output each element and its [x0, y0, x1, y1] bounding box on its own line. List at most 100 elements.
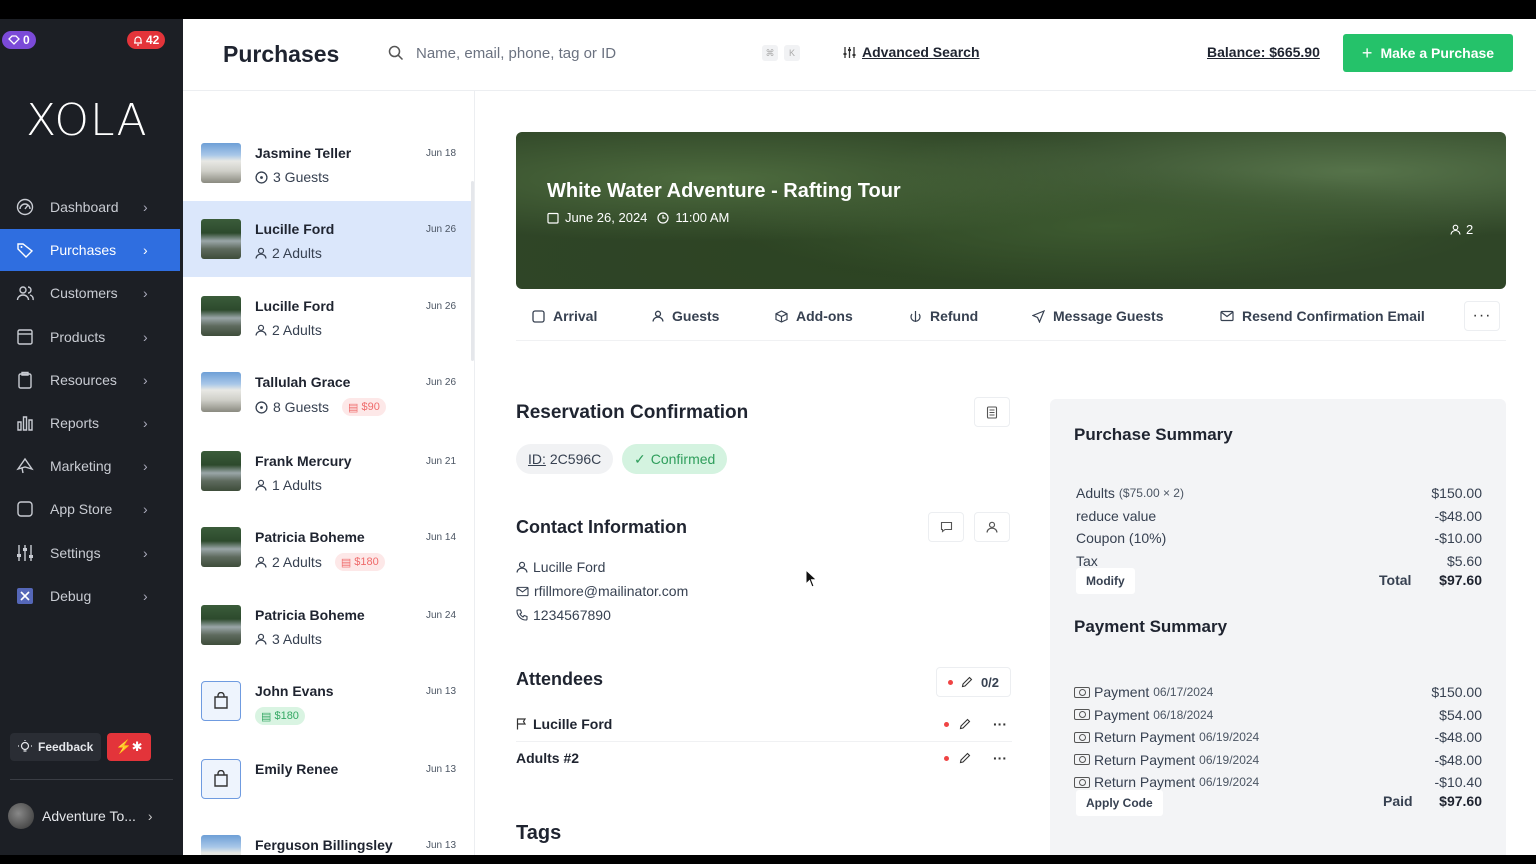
attendee-row[interactable]: Lucille Ford ···: [516, 708, 1012, 742]
make-purchase-button[interactable]: + Make a Purchase: [1343, 34, 1513, 72]
message-contact-button[interactable]: [928, 512, 964, 542]
apply-code-button[interactable]: Apply Code: [1076, 790, 1163, 816]
payment-line[interactable]: Payment 06/17/2024: [1074, 684, 1213, 700]
reservation-id-chip[interactable]: ID: 2C596C: [516, 444, 614, 474]
search-bar[interactable]: ⌘ K: [388, 41, 808, 65]
list-scrollbar[interactable]: [471, 181, 474, 361]
purchase-customer-name: Patricia Boheme: [255, 607, 365, 623]
purchase-list-item[interactable]: John Evans Jun 13 ▤ $180: [183, 663, 474, 739]
purchase-list-item[interactable]: Jasmine Teller Jun 18 3 Guests: [183, 125, 474, 201]
sidebar-item-label: Debug: [50, 587, 92, 604]
contact-name-text: Lucille Ford: [533, 559, 606, 575]
mail-icon: [516, 586, 529, 596]
purchase-list-item[interactable]: Patricia Boheme Jun 14 2 Adults ▤ $180: [183, 509, 474, 585]
chevron-right-icon: ›: [143, 415, 148, 431]
pencil-icon[interactable]: [959, 718, 971, 730]
bug-icon: ⚡✱: [115, 739, 143, 754]
sidebar-item-dashboard[interactable]: Dashboard ›: [0, 186, 180, 228]
search-input[interactable]: [416, 44, 756, 62]
pencil-icon[interactable]: [959, 752, 971, 764]
purchase-guests-text: 2 Adults: [272, 554, 322, 570]
purchase-guests-text: 3 Guests: [273, 169, 330, 185]
arrival-button[interactable]: Arrival: [532, 308, 597, 324]
payment-line[interactable]: Payment 06/18/2024: [1074, 707, 1213, 723]
sidebar-item-products[interactable]: Products ›: [0, 316, 180, 358]
payment-line[interactable]: Return Payment 06/19/2024: [1074, 752, 1259, 768]
sidebar-item-label: Reports: [50, 415, 100, 431]
tag-icon: [17, 243, 34, 259]
account-name: Adventure To...: [42, 808, 136, 824]
payment-line[interactable]: Return Payment 06/19/2024: [1074, 729, 1259, 745]
purchase-list-item[interactable]: Frank Mercury Jun 21 1 Adults: [183, 433, 474, 509]
purchase-list-item[interactable]: Tallulah Grace Jun 26 8 Guests ▤ $90: [183, 354, 474, 430]
balance-link[interactable]: Balance: $665.90: [1207, 44, 1320, 60]
purchase-list-item[interactable]: Lucille Ford Jun 26 2 Adults: [183, 278, 474, 354]
sidebar-item-debug[interactable]: Debug ›: [0, 575, 180, 617]
cash-icon: [1074, 754, 1090, 766]
guest-count: 2: [1466, 222, 1474, 237]
product-thumbnail: [201, 681, 241, 721]
purchase-list-item[interactable]: Emily Renee Jun 13: [183, 741, 474, 817]
account-switcher[interactable]: Adventure To... ›: [8, 801, 178, 831]
page-title: Purchases: [223, 41, 340, 67]
purchase-date: Jun 21: [426, 456, 457, 467]
attendee-count: 0/2: [980, 674, 1000, 690]
sidebar-item-marketing[interactable]: Marketing ›: [0, 445, 180, 487]
purchase-customer-name: John Evans: [255, 683, 334, 699]
sidebar-item-resources[interactable]: Resources ›: [0, 359, 180, 401]
sidebar-item-customers[interactable]: Customers ›: [0, 272, 180, 314]
attendee-row[interactable]: Adults #2 ···: [516, 742, 1012, 776]
payment-line[interactable]: Return Payment 06/19/2024: [1074, 774, 1259, 790]
more-actions-button[interactable]: ···: [1464, 301, 1500, 331]
bug-report-button[interactable]: ⚡✱: [107, 733, 151, 761]
contact-email[interactable]: rfillmore@mailinator.com: [516, 583, 688, 599]
ellipsis-icon[interactable]: ···: [993, 750, 1007, 766]
sidebar-item-settings[interactable]: Settings ›: [0, 532, 180, 574]
event-date: June 26, 2024: [565, 210, 648, 225]
bar-chart-icon: [17, 416, 33, 431]
id-value: 2C596C: [549, 451, 602, 467]
xola-logo[interactable]: XOLA: [26, 95, 148, 146]
refund-icon: [910, 310, 921, 322]
mail-icon: [1220, 310, 1234, 322]
feedback-button[interactable]: Feedback: [10, 733, 101, 761]
purchase-date: Jun 26: [426, 224, 457, 235]
sidebar-item-reports[interactable]: Reports ›: [0, 402, 180, 444]
sidebar-item-label: Dashboard: [50, 199, 119, 215]
ellipsis-icon[interactable]: ···: [993, 716, 1007, 732]
addons-button[interactable]: Add-ons: [775, 308, 853, 324]
advanced-search-link[interactable]: Advanced Search: [843, 44, 980, 60]
purchase-list-item[interactable]: Lucille Ford Jun 26 2 Adults: [183, 201, 474, 277]
resend-confirmation-label: Resend Confirmation Email: [1242, 308, 1425, 324]
purchase-list-item[interactable]: Ferguson Billingsley Jun 13: [183, 817, 474, 855]
purchase-customer-name: Ferguson Billingsley: [255, 837, 393, 853]
cash-icon: [1074, 731, 1090, 743]
person-icon: [986, 521, 998, 533]
missing-indicator: [944, 721, 949, 727]
notification-badge[interactable]: 0: [2, 31, 36, 49]
contact-email-text: rfillmore@mailinator.com: [534, 583, 689, 599]
attendee-count-button[interactable]: 0/2: [936, 667, 1011, 697]
view-customer-button[interactable]: [974, 512, 1010, 542]
sidebar-item-app-store[interactable]: App Store ›: [0, 488, 180, 530]
resend-confirmation-button[interactable]: Resend Confirmation Email: [1220, 308, 1425, 324]
guests-button[interactable]: Guests: [652, 308, 719, 324]
contact-phone[interactable]: 1234567890: [516, 607, 611, 623]
product-thumbnail: [201, 759, 241, 799]
refund-button[interactable]: Refund: [909, 308, 978, 324]
alert-badge[interactable]: 42: [127, 31, 166, 49]
purchase-customer-name: Jasmine Teller: [255, 145, 352, 161]
sidebar-item-purchases[interactable]: Purchases ›: [0, 229, 180, 272]
purchase-guests: 2 Adults: [255, 245, 322, 261]
purchase-list-item[interactable]: Patricia Boheme Jun 24 3 Adults: [183, 587, 474, 663]
list-item-partial[interactable]: [183, 91, 474, 105]
modify-button[interactable]: Modify: [1076, 568, 1135, 594]
message-guests-button[interactable]: Message Guests: [1032, 308, 1164, 324]
shopping-bag-icon: [214, 770, 228, 787]
print-receipt-button[interactable]: [974, 397, 1010, 427]
sidebar-item-label: Purchases: [50, 242, 117, 259]
ellipsis-icon: ···: [1472, 307, 1492, 324]
purchase-date: Jun 13: [426, 686, 457, 697]
purchase-guests: 2 Adults: [255, 322, 322, 338]
purchase-guests: 8 Guests ▤ $90: [255, 398, 386, 416]
